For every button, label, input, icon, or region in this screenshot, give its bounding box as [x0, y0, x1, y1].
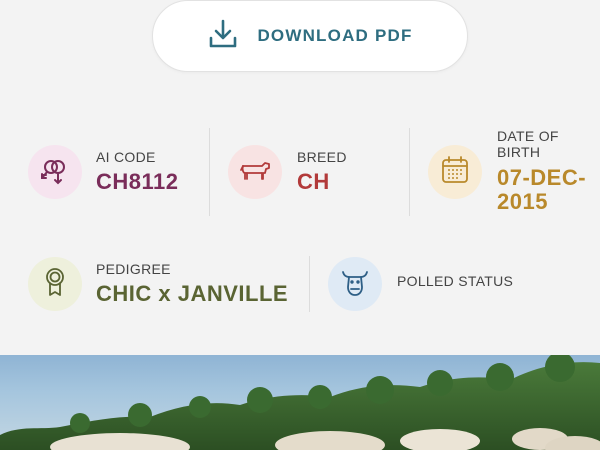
divider — [309, 256, 310, 312]
dob-value-line2: 2015 — [497, 189, 548, 214]
ai-code-label: AI CODE — [96, 149, 156, 165]
polled-icon-circle — [328, 257, 382, 311]
cattle-photo — [0, 355, 600, 450]
bull-head-icon — [338, 265, 372, 304]
breed-value: CH — [297, 169, 330, 194]
cow-icon — [238, 153, 272, 192]
pedigree-label: PEDIGREE — [96, 261, 171, 277]
download-pdf-button[interactable]: DOWNLOAD PDF — [152, 0, 468, 72]
breed-label: BREED — [297, 149, 347, 165]
divider — [409, 128, 410, 216]
dob-label-line1: DATE OF — [497, 128, 559, 144]
calendar-icon — [438, 153, 472, 192]
divider — [209, 128, 210, 216]
download-pdf-label: DOWNLOAD PDF — [257, 26, 413, 45]
award-ribbon-icon — [38, 265, 72, 304]
breed-icon-circle — [228, 145, 282, 199]
gender-symbols-icon — [38, 153, 72, 192]
dob-label-line2: BIRTH — [497, 144, 541, 160]
pedigree-value: CHIC x JANVILLE — [96, 281, 289, 306]
polled-status-label: POLLED STATUS — [397, 273, 514, 289]
ai-code-icon-circle — [28, 145, 82, 199]
download-icon — [207, 18, 239, 55]
dob-icon-circle — [428, 145, 482, 199]
pedigree-icon-circle — [28, 257, 82, 311]
dob-value-line1: 07-DEC- — [497, 165, 587, 190]
ai-code-value: CH8112 — [96, 169, 179, 194]
